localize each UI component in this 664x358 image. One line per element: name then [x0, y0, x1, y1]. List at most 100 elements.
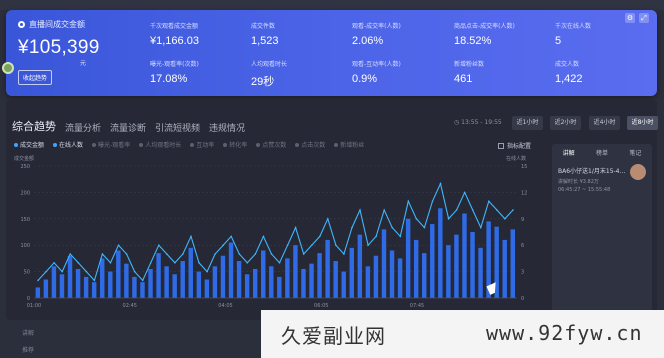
- bar: [357, 234, 363, 298]
- legend-item[interactable]: 新增粉丝: [334, 140, 364, 149]
- bar: [156, 253, 161, 298]
- bar: [220, 255, 226, 298]
- collapse-trend-button[interactable]: 收起趋势: [18, 70, 53, 85]
- bar: [373, 255, 379, 298]
- side-tab-rank[interactable]: 榜单: [596, 148, 608, 157]
- legend-marker-icon: [256, 142, 261, 147]
- trend-chart: 成交金额 在线人数 0 50 100 150 200 250 0 3 6 9 12 15 01:00 02:4…: [14, 155, 527, 309]
- metric-1: 千次观看成交金额 ¥1,166.03: [150, 21, 199, 47]
- metric-label: 商品点击-成交率(人数): [454, 23, 515, 30]
- legend-item[interactable]: 成交金额: [14, 140, 44, 149]
- bar: [470, 232, 475, 298]
- x-tick-label: 01:00: [27, 303, 41, 309]
- range-4h-button[interactable]: 近4小时: [589, 116, 620, 130]
- metric-label: 观看-互动率(人数): [352, 61, 401, 68]
- bar: [228, 242, 234, 298]
- legend-marker-icon: [139, 142, 144, 147]
- metric-label: 千次在线人数: [555, 23, 592, 30]
- drag-handle-icon[interactable]: [2, 62, 14, 74]
- bar: [502, 239, 507, 298]
- legend-item[interactable]: 点赞次数: [256, 140, 286, 149]
- tab-short-video[interactable]: 引流短视频: [155, 121, 200, 134]
- range-1h-button[interactable]: 近1小时: [512, 116, 543, 130]
- metric-value: 17.08%: [150, 73, 188, 85]
- legend-item[interactable]: 点击次数: [295, 140, 325, 149]
- legend-item[interactable]: 互动率: [190, 140, 214, 149]
- bar: [269, 266, 274, 298]
- gmv-value: ¥105,399: [18, 37, 100, 58]
- legend-marker-icon: [53, 142, 58, 147]
- metric-config[interactable]: 指标配置: [498, 141, 531, 150]
- side-tab-explain[interactable]: 讲解: [563, 148, 575, 157]
- legend-item[interactable]: 曝光-观看率: [92, 140, 130, 149]
- tab-overall-trend[interactable]: 综合趋势: [12, 118, 56, 134]
- side-item-time: 06:45:27 ~ 15:55:48: [558, 187, 611, 193]
- bar: [244, 274, 250, 298]
- bar: [261, 250, 266, 298]
- footer-label-explain: 讲解: [22, 330, 35, 337]
- gmv-unit: 元: [80, 60, 87, 67]
- y-right-tick-label: 6: [521, 243, 524, 249]
- legend-item[interactable]: 转化率: [223, 140, 247, 149]
- x-tick-label: 04:05: [218, 303, 232, 309]
- metric-4: 商品点击-成交率(人数) 18.52%: [454, 21, 515, 47]
- bar: [124, 263, 129, 298]
- bar: [188, 247, 193, 298]
- legend-marker-icon: [190, 142, 195, 147]
- bar: [277, 276, 282, 298]
- bar: [349, 247, 354, 298]
- tab-violations[interactable]: 违规情况: [209, 121, 245, 134]
- tab-traffic-diagnosis[interactable]: 流量诊断: [110, 121, 146, 134]
- stats-card: 直播间成交金额 ¥105,399 元 收起趋势 千次观看成交金额 ¥1,166.…: [6, 10, 657, 96]
- time-range-value: 13:55 - 19:55: [461, 119, 502, 126]
- dashboard-screen: 直播间成交金额 ¥105,399 元 收起趋势 千次观看成交金额 ¥1,166.…: [0, 0, 664, 358]
- legend-label: 人均观看时长: [145, 142, 182, 149]
- metric-value: 2.06%: [352, 35, 384, 47]
- bar: [83, 276, 89, 298]
- y-right-title: 在线人数: [506, 155, 526, 162]
- bar: [285, 258, 290, 298]
- x-tick-label: 07:45: [410, 303, 424, 309]
- settings-icon[interactable]: ⚙: [625, 13, 635, 23]
- y-left-tick-label: 200: [20, 190, 30, 196]
- bar: [180, 261, 185, 298]
- legend-item[interactable]: 在线人数: [53, 140, 83, 149]
- metric-value: 5: [555, 35, 562, 47]
- legend-label: 点击次数: [301, 142, 326, 149]
- bar: [381, 229, 387, 298]
- metric-label: 成交人数: [555, 61, 580, 68]
- bar: [140, 282, 145, 298]
- bar: [100, 258, 105, 298]
- metric-value: 29秒: [251, 76, 275, 88]
- bar: [446, 245, 451, 298]
- legend-label: 曝光-观看率: [98, 142, 131, 149]
- checkbox-icon[interactable]: [498, 142, 504, 149]
- range-2h-button[interactable]: 近2小时: [550, 116, 581, 130]
- tab-traffic-analysis[interactable]: 流量分析: [65, 121, 101, 134]
- y-left-tick-label: 100: [20, 243, 30, 249]
- y-right-tick-label: 0: [521, 296, 524, 302]
- bar: [91, 282, 97, 298]
- expand-icon[interactable]: ⤢: [639, 13, 649, 23]
- bar: [75, 268, 81, 298]
- metric-value: 0.9%: [352, 73, 378, 85]
- range-8h-button[interactable]: 近8小时: [627, 116, 658, 130]
- bar: [148, 268, 153, 298]
- bar: [341, 271, 346, 298]
- y-right-tick-label: 12: [521, 190, 527, 196]
- metric-label: 人均观看时长: [251, 61, 288, 68]
- bar: [35, 287, 41, 298]
- metric-label: 千次观看成交金额: [150, 23, 199, 30]
- bar: [252, 268, 258, 298]
- side-tab-notes[interactable]: 笔记: [629, 148, 641, 157]
- product-thumbnail[interactable]: [630, 164, 646, 180]
- y-right-tick-label: 3: [521, 270, 524, 276]
- side-tabs: 讲解 榜单 笔记: [552, 144, 652, 157]
- legend-item[interactable]: 人均观看时长: [139, 140, 181, 149]
- metric-10: 成交人数 1,422: [555, 59, 583, 85]
- bar: [454, 234, 459, 298]
- metric-label: 新增粉丝数: [454, 61, 485, 68]
- watermark-banner: 久爱副业网 www.92fyw.cn: [261, 310, 664, 358]
- bar: [325, 239, 330, 298]
- bar: [309, 263, 314, 298]
